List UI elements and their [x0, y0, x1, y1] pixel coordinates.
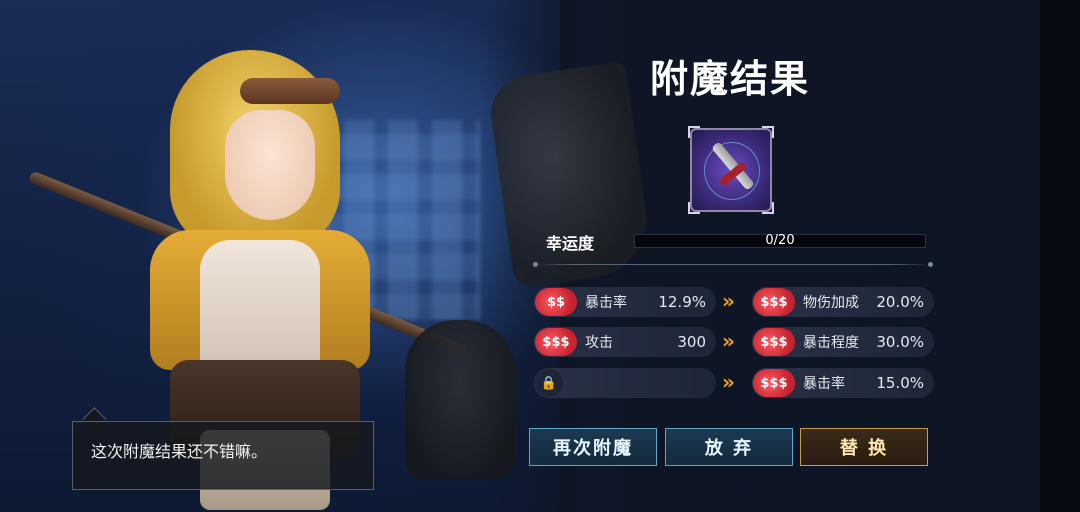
lock-icon: 🔒 — [535, 369, 563, 397]
dollar-rank-icon: $$$ — [753, 328, 795, 356]
stat-name: 暴击率 — [803, 376, 845, 392]
luck-progress-bar: 0/20 — [634, 233, 926, 248]
old-stat-row-locked: 🔒 — [534, 368, 716, 398]
arrow-right-icon: » — [722, 329, 735, 353]
old-stat-row: $$ 暴击率 12.9% — [534, 287, 716, 317]
dollar-rank-icon: $$ — [535, 288, 577, 316]
new-stat-row: $$$ 暴击程度 30.0% — [752, 327, 934, 357]
right-edge — [1040, 0, 1080, 512]
divider-dot — [928, 262, 933, 267]
stat-value: 15.0% — [876, 374, 924, 392]
arrow-right-icon: » — [722, 370, 735, 394]
dialogue-box[interactable]: 这次附魔结果还不错嘛。 — [72, 421, 374, 490]
stat-value: 300 — [677, 333, 706, 351]
dollar-rank-icon: $$$ — [753, 369, 795, 397]
stat-value: 12.9% — [658, 293, 706, 311]
divider-dot — [533, 262, 538, 267]
frame-corner — [762, 126, 774, 138]
enchanted-item-slot[interactable] — [688, 126, 774, 214]
stat-name: 攻击 — [585, 335, 613, 351]
dollar-rank-icon: $$$ — [535, 328, 577, 356]
frame-corner — [762, 202, 774, 214]
stat-value: 20.0% — [876, 293, 924, 311]
old-stat-row: $$$ 攻击 300 — [534, 327, 716, 357]
new-stat-row: $$$ 物伤加成 20.0% — [752, 287, 934, 317]
dollar-rank-icon: $$$ — [753, 288, 795, 316]
page-title: 附魔结果 — [649, 57, 810, 101]
arrow-right-icon: » — [722, 289, 735, 313]
luck-label: 幸运度 — [546, 234, 595, 253]
stat-value: 30.0% — [876, 333, 924, 351]
new-stat-row: $$$ 暴击率 15.0% — [752, 368, 934, 398]
stat-name: 暴击率 — [585, 295, 627, 311]
stat-name: 物伤加成 — [803, 295, 859, 311]
divider — [536, 264, 930, 265]
frame-corner — [688, 126, 700, 138]
dialogue-text: 这次附魔结果还不错嘛。 — [91, 442, 268, 461]
character-goggles — [240, 78, 340, 104]
abandon-button[interactable]: 放 弃 — [665, 428, 793, 466]
character-face — [225, 110, 315, 220]
stat-name: 暴击程度 — [803, 335, 859, 351]
reenchant-button[interactable]: 再次附魔 — [529, 428, 657, 466]
frame-corner — [688, 202, 700, 214]
replace-button[interactable]: 替 换 — [800, 428, 928, 466]
luck-value: 0/20 — [765, 233, 795, 248]
axe-blade — [405, 320, 515, 480]
